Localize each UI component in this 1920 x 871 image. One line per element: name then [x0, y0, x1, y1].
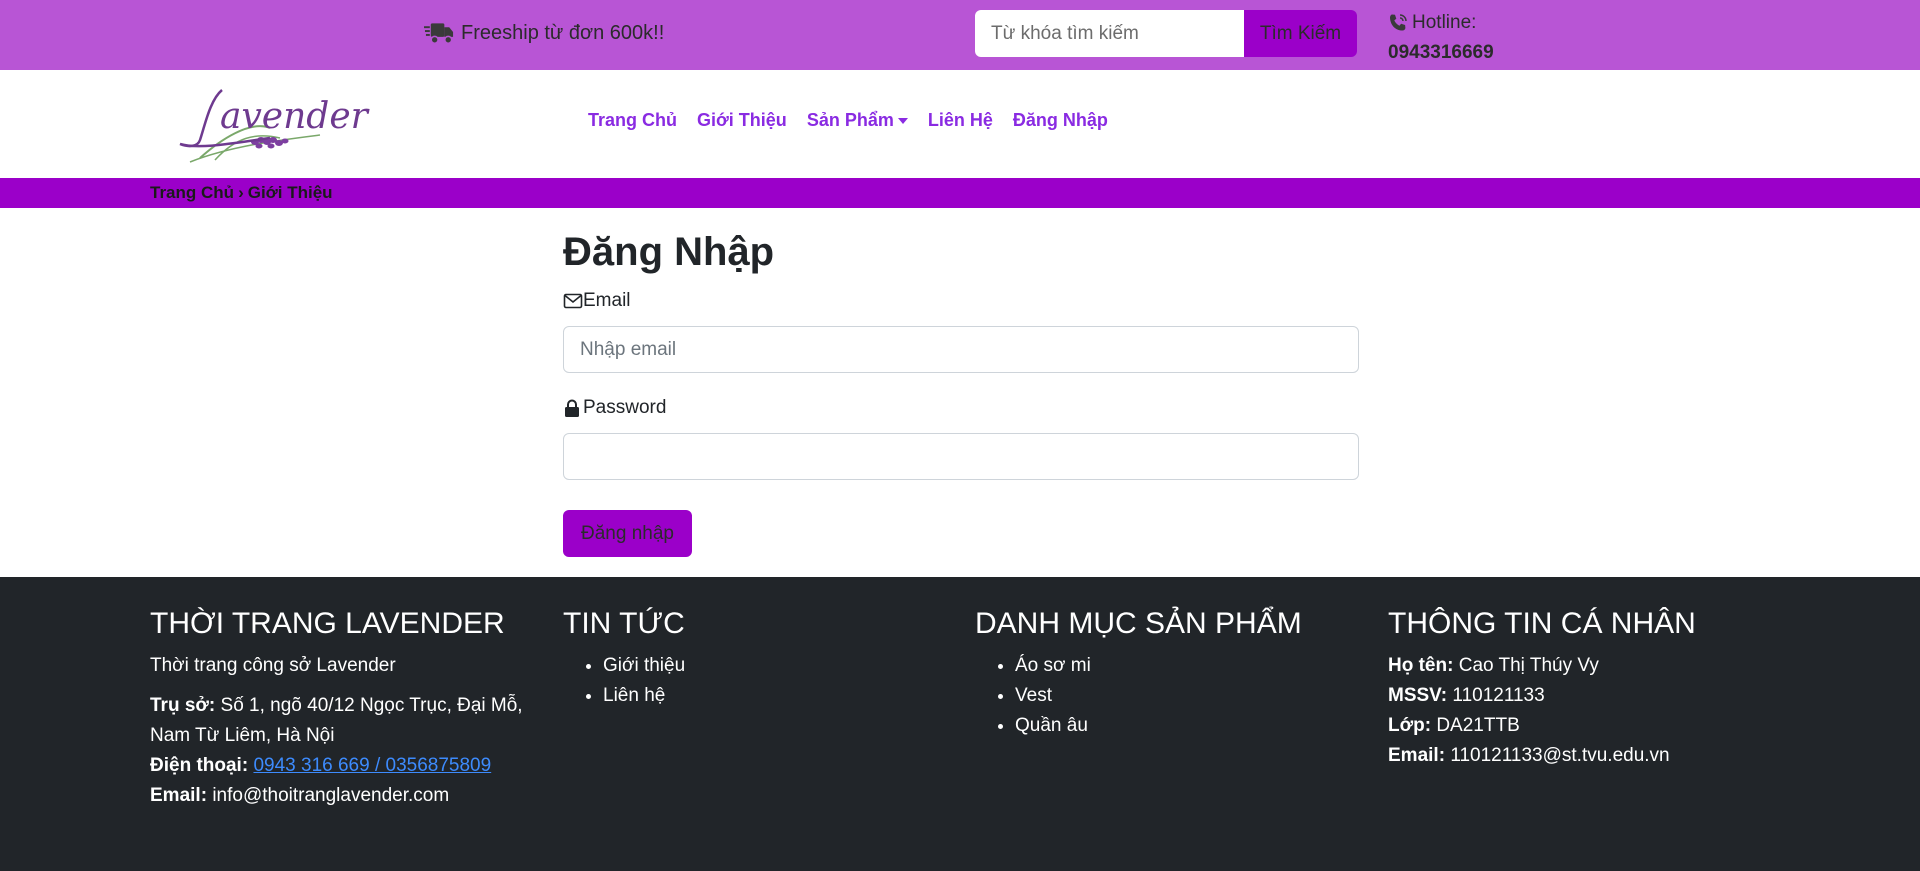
footer-address: Trụ sở: Số 1, ngõ 40/12 Ngọc Trục, Đại M… — [150, 691, 540, 751]
footer: THỜI TRANG LAVENDER Thời trang công sở L… — [0, 577, 1920, 871]
phone-icon — [1390, 14, 1407, 31]
footer-col-personal: THÔNG TIN CÁ NHÂN Họ tên: Cao Thị Thúy V… — [1388, 607, 1788, 771]
hotline-number: 0943316669 — [1388, 42, 1494, 63]
footer-category-vest[interactable]: Vest — [1015, 681, 1365, 711]
breadcrumb-separator: › — [238, 183, 244, 202]
nav-item-home[interactable]: Trang Chủ — [578, 110, 687, 131]
footer-tagline: Thời trang công sở Lavender — [150, 655, 396, 676]
footer-mssv-label: MSSV: — [1388, 685, 1448, 706]
nav-item-about[interactable]: Giới Thiệu — [687, 110, 797, 131]
email-label: Email — [563, 290, 631, 312]
footer-category-trousers[interactable]: Quần âu — [1015, 711, 1365, 741]
footer-email-value: info@thoitranglavender.com — [212, 785, 450, 806]
footer-phone: Điện thoại: 0943 316 669 / 0356875809 — [150, 751, 540, 781]
footer-email: Email: info@thoitranglavender.com — [150, 781, 540, 811]
envelope-icon — [563, 293, 583, 309]
footer-class-value: DA21TTB — [1436, 715, 1520, 736]
search-form: Tìm Kiếm — [975, 10, 1357, 57]
footer-col-company: THỜI TRANG LAVENDER Thời trang công sở L… — [150, 607, 540, 811]
password-label: Password — [563, 397, 666, 419]
footer-name-value: Cao Thị Thúy Vy — [1458, 655, 1599, 676]
footer-class: Lớp: DA21TTB — [1388, 711, 1788, 741]
breadcrumb: Trang Chủ › Giới Thiệu — [150, 183, 333, 203]
navbar: avender Trang Chủ Giới Thiệu Sản Phẩm Li… — [0, 70, 1920, 178]
footer-mssv-value: 110121133 — [1452, 685, 1545, 706]
nav-item-products[interactable]: Sản Phẩm — [797, 110, 918, 131]
footer-col-news: TIN TỨC Giới thiệu Liên hệ — [563, 607, 953, 711]
lavender-logo[interactable]: avender — [160, 80, 400, 168]
breadcrumb-current[interactable]: Giới Thiệu — [248, 183, 333, 203]
caret-down-icon — [897, 117, 908, 124]
truck-icon — [424, 23, 454, 44]
footer-mssv: MSSV: 110121133 — [1388, 681, 1788, 711]
search-button[interactable]: Tìm Kiếm — [1244, 10, 1357, 57]
footer-student-email-label: Email: — [1388, 745, 1446, 766]
footer-category-shirt[interactable]: Áo sơ mi — [1015, 651, 1365, 681]
main-nav: Trang Chủ Giới Thiệu Sản Phẩm Liên Hệ Đă… — [578, 110, 1118, 131]
footer-news-list: Giới thiệu Liên hệ — [563, 651, 953, 711]
footer-class-label: Lớp: — [1388, 715, 1432, 736]
footer-categories-list: Áo sơ mi Vest Quần âu — [975, 651, 1365, 741]
email-field[interactable] — [563, 326, 1359, 373]
footer-phone-label: Điện thoại: — [150, 755, 249, 776]
lock-icon — [565, 399, 579, 417]
nav-item-products-label: Sản Phẩm — [806, 110, 894, 130]
breadcrumb-home[interactable]: Trang Chủ — [150, 183, 234, 203]
footer-address-label: Trụ sở: — [150, 695, 216, 716]
email-label-text: Email — [583, 290, 631, 311]
breadcrumb-bar: Trang Chủ › Giới Thiệu — [0, 178, 1920, 208]
footer-student-email-value: 110121133@st.tvu.edu.vn — [1450, 745, 1670, 766]
footer-email-label: Email: — [150, 785, 208, 806]
svg-text:avender: avender — [220, 96, 370, 137]
footer-news-item-about[interactable]: Giới thiệu — [603, 651, 953, 681]
freeship-banner: Freeship từ đơn 600k!! — [424, 20, 664, 46]
footer-personal-title: THÔNG TIN CÁ NHÂN — [1388, 607, 1696, 640]
footer-name-label: Họ tên: — [1388, 655, 1454, 676]
footer-categories-title: DANH MỤC SẢN PHẨM — [975, 607, 1302, 640]
footer-company-title: THỜI TRANG LAVENDER — [150, 607, 505, 640]
freeship-text: Freeship từ đơn 600k!! — [461, 21, 665, 44]
nav-item-login[interactable]: Đăng Nhập — [1003, 110, 1118, 131]
footer-phone-link[interactable]: 0943 316 669 / 0356875809 — [253, 755, 491, 776]
footer-news-title: TIN TỨC — [563, 607, 685, 640]
page-title: Đăng Nhập — [563, 230, 775, 274]
top-bar: Freeship từ đơn 600k!! Tìm Kiếm Hotline:… — [0, 0, 1920, 70]
hotline-label: Hotline: — [1412, 12, 1477, 33]
footer-col-categories: DANH MỤC SẢN PHẨM Áo sơ mi Vest Quần âu — [975, 607, 1365, 741]
login-submit-button[interactable]: Đăng nhập — [563, 510, 692, 557]
search-input[interactable] — [975, 10, 1244, 57]
password-label-text: Password — [583, 397, 667, 418]
nav-item-contact[interactable]: Liên Hệ — [918, 110, 1003, 131]
footer-name: Họ tên: Cao Thị Thúy Vy — [1388, 651, 1788, 681]
footer-news-item-contact[interactable]: Liên hệ — [603, 681, 953, 711]
password-field[interactable] — [563, 433, 1359, 480]
hotline: Hotline: 0943316669 — [1388, 8, 1494, 68]
footer-student-email: Email: 110121133@st.tvu.edu.vn — [1388, 741, 1788, 771]
